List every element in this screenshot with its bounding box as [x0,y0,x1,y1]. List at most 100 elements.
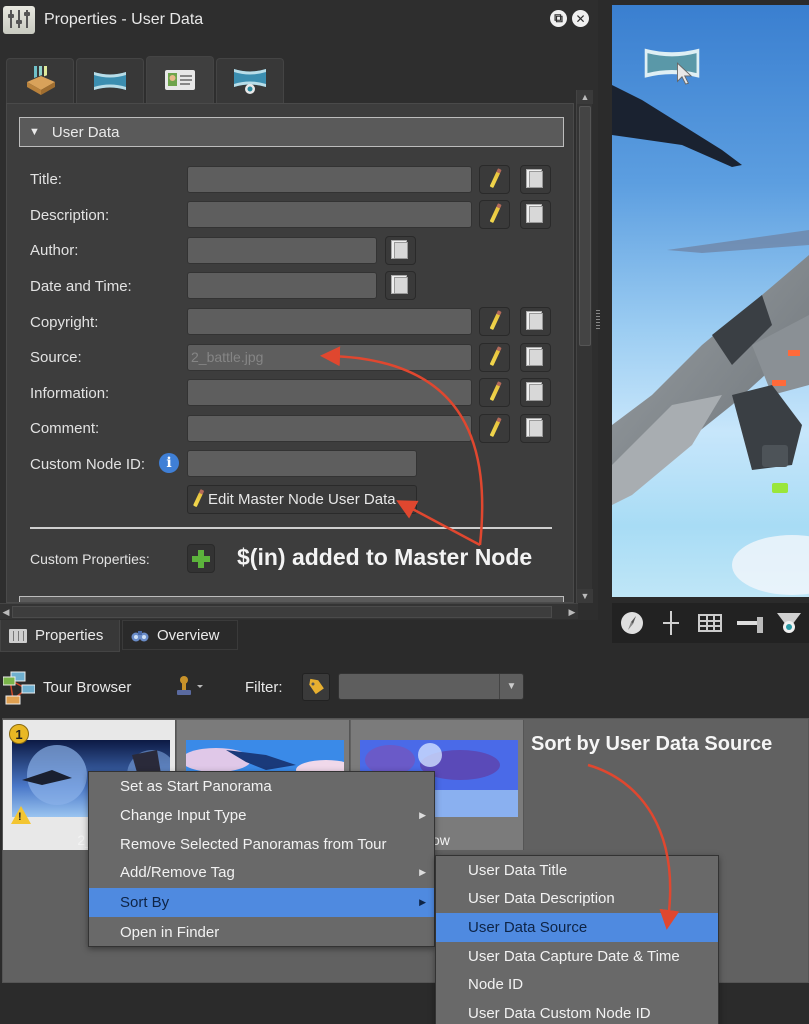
horizontal-scrollbar[interactable]: ◀ ▶ [0,603,578,619]
properties-tabs [6,56,284,103]
grid-icon[interactable] [697,610,723,636]
filter-label: Filter: [245,679,283,696]
tag-icon [309,678,324,695]
binoculars-icon [131,631,149,642]
panorama-tab[interactable] [76,58,144,103]
information-copy-button[interactable] [520,378,551,407]
title-field[interactable] [187,166,472,193]
menu-item-sort-by[interactable]: Sort By ▶ [89,888,434,917]
information-label: Information: [30,385,110,402]
source-label: Source: [30,349,82,366]
tab-overview[interactable]: Overview [122,620,238,650]
comment-copy-button[interactable] [520,414,551,443]
horizontal-scrollbar-thumb[interactable] [12,606,552,618]
description-edit-button[interactable] [479,200,510,229]
panel-splitter[interactable] [596,310,600,330]
next-section-header [19,596,564,602]
annotation-master-node: $(in) added to Master Node [237,544,533,570]
sort-option-node-id[interactable]: Node ID [436,970,718,999]
preview-scene [612,85,809,595]
scrollbar-thumb[interactable] [579,106,591,346]
vertical-scrollbar[interactable]: ▲ ▼ [576,90,593,603]
pencil-icon [489,419,500,438]
panorama-cursor-icon [644,48,700,85]
tab-properties-label: Properties [35,627,104,644]
compass-icon[interactable] [619,610,645,636]
copy-icon [525,204,543,223]
stamp-menu-button[interactable] [175,675,205,697]
close-icon[interactable]: ✕ [572,10,589,27]
tag-filter-button[interactable] [302,673,330,701]
pencil-icon [489,348,500,367]
menu-item-remove-panoramas[interactable]: Remove Selected Panoramas from Tour [89,830,434,859]
crosshair-icon[interactable] [658,610,684,636]
sort-option-description[interactable]: User Data Description [436,884,718,913]
date-time-label: Date and Time: [30,278,132,295]
author-field[interactable] [187,237,377,264]
sort-option-title[interactable]: User Data Title [436,856,718,885]
title-copy-button[interactable] [520,165,551,194]
date-time-field[interactable] [187,272,377,299]
add-custom-property-button[interactable] [187,544,215,573]
comment-label: Comment: [30,420,100,437]
tab-overview-label: Overview [157,626,220,644]
menu-item-change-input-type[interactable]: Change Input Type ▶ [89,801,434,830]
custom-node-id-field[interactable] [187,450,417,477]
panorama-preview[interactable] [612,5,809,597]
copyright-field[interactable] [187,308,472,335]
description-copy-button[interactable] [520,200,551,229]
scroll-right-icon[interactable]: ▶ [566,604,578,620]
scroll-left-icon[interactable]: ◀ [0,604,12,620]
viewpoint-icon[interactable] [776,610,802,636]
start-panorama-badge: 1 [9,724,29,744]
source-field[interactable]: 2_battle.jpg [187,344,472,371]
panorama-eye-icon [234,69,266,94]
scroll-down-icon[interactable]: ▼ [577,589,593,603]
user-data-tab[interactable] [146,56,214,103]
info-icon[interactable]: i [159,453,179,473]
properties-icon [9,628,27,643]
drawer-icon [27,66,55,95]
copyright-copy-button[interactable] [520,307,551,336]
user-data-section-header[interactable]: ▼ User Data [19,117,564,147]
description-label: Description: [30,207,110,224]
scroll-up-icon[interactable]: ▲ [577,90,593,104]
custom-properties-label: Custom Properties: [30,551,150,567]
filter-combobox[interactable]: ▼ [338,673,524,700]
restore-window-icon[interactable]: ⧉ [550,10,567,27]
sort-option-custom-node-id[interactable]: User Data Custom Node ID [436,999,718,1024]
pencil-icon [489,312,500,331]
copy-icon [525,169,543,188]
tour-browser-icon [3,671,35,704]
sort-option-source[interactable]: User Data Source [436,913,718,942]
information-edit-button[interactable] [479,378,510,407]
chevron-down-icon[interactable]: ▼ [499,674,523,699]
menu-item-add-remove-tag[interactable]: Add/Remove Tag ▶ [89,858,434,887]
tour-browser-title: Tour Browser [43,679,132,696]
pencil-icon [489,205,500,224]
comment-edit-button[interactable] [479,414,510,443]
copy-icon [525,347,543,366]
tab-properties[interactable]: Properties [0,620,120,652]
barrier-icon[interactable] [736,610,763,636]
comment-field[interactable] [187,415,472,442]
viewer-tab[interactable] [216,58,284,103]
source-copy-button[interactable] [520,343,551,372]
source-edit-button[interactable] [479,343,510,372]
date-time-copy-button[interactable] [385,271,416,300]
copy-icon [525,418,543,437]
description-field[interactable] [187,201,472,228]
copyright-edit-button[interactable] [479,307,510,336]
divider [30,527,552,529]
edit-master-node-button[interactable]: Edit Master Node User Data [187,485,417,514]
author-copy-button[interactable] [385,236,416,265]
menu-item-set-start-panorama[interactable]: Set as Start Panorama [89,772,434,801]
title-edit-button[interactable] [479,165,510,194]
title-bar: Properties - User Data ⧉ ✕ [0,0,598,40]
copyright-label: Copyright: [30,314,99,331]
input-tab[interactable] [6,58,74,103]
information-field[interactable] [187,379,472,406]
section-title: User Data [51,123,120,141]
menu-item-open-in-finder[interactable]: Open in Finder [89,918,434,947]
sort-option-capture-date-time[interactable]: User Data Capture Date & Time [436,942,718,971]
